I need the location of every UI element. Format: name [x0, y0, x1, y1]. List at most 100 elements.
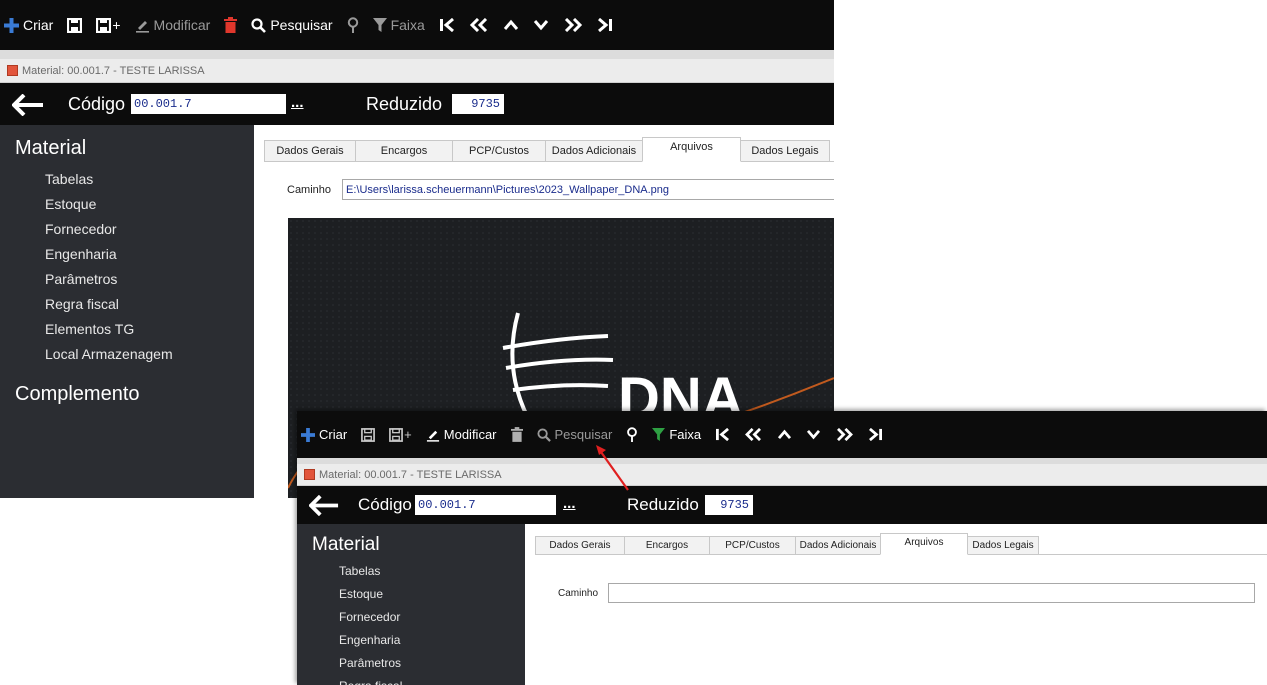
sidebar-item-fornecedor[interactable]: Fornecedor [339, 610, 400, 624]
search-button[interactable]: Pesquisar [536, 427, 612, 442]
window-title: Material: 00.001.7 - TESTE LARISSA [319, 468, 502, 481]
code-input[interactable]: 00.001.7 [415, 495, 556, 515]
back-arrow-icon[interactable] [309, 495, 339, 516]
first-record-button[interactable] [715, 428, 730, 441]
tab-encargos[interactable]: Encargos [355, 140, 453, 161]
pin-icon [627, 427, 638, 442]
tab-arquivos[interactable]: Arquivos [880, 533, 968, 555]
trash-icon [510, 427, 523, 442]
next-record-button[interactable] [806, 429, 821, 440]
tab-pcp-custos[interactable]: PCP/Custos [452, 140, 546, 161]
range-filter-button[interactable]: Faixa [652, 427, 701, 442]
back-arrow-icon[interactable] [12, 94, 44, 116]
reduced-label: Reduzido [366, 94, 443, 114]
sidebar-section-material[interactable]: Material [15, 137, 86, 160]
tab-dados-adicionais[interactable]: Dados Adicionais [545, 140, 643, 161]
first-icon [716, 428, 730, 441]
last-record-button[interactable] [868, 428, 883, 441]
toolbar: Criar + Modificar Pesquisar Faixa [297, 411, 1267, 458]
save-button[interactable] [361, 427, 376, 442]
sidebar: Material Tabelas Estoque Fornecedor Enge… [297, 524, 525, 685]
delete-button[interactable] [224, 17, 238, 33]
toolbar: Criar + Modificar Pesquisar Faixa [0, 0, 834, 50]
tab-arquivos[interactable]: Arquivos [642, 137, 741, 162]
next-page-button[interactable] [563, 18, 583, 32]
main-panel: Dados Gerais Encargos PCP/Custos Dados A… [525, 524, 1267, 685]
double-chevron-right-icon [564, 18, 582, 32]
code-input[interactable]: 00.001.7 [131, 94, 286, 114]
toolbar-gap [0, 50, 834, 59]
tab-dados-gerais[interactable]: Dados Gerais [264, 140, 356, 161]
window-titlebar: Material: 00.001.7 - TESTE LARISSA [0, 59, 834, 83]
tab-strip: Dados Gerais Encargos PCP/Custos Dados A… [535, 533, 1267, 555]
path-label: Caminho [558, 588, 599, 599]
pencil-icon [135, 20, 149, 33]
sidebar-item-elementos-tg[interactable]: Elementos TG [45, 321, 134, 337]
first-icon [439, 18, 454, 32]
next-record-button[interactable] [533, 19, 549, 31]
range-filter-button[interactable]: Faixa [372, 17, 425, 33]
tab-dados-legais[interactable]: Dados Legais [740, 140, 830, 161]
sidebar-item-engenharia[interactable]: Engenharia [339, 633, 400, 647]
search-button[interactable]: Pesquisar [251, 17, 333, 33]
first-record-button[interactable] [439, 18, 455, 32]
sidebar-item-estoque[interactable]: Estoque [339, 587, 383, 601]
delete-button[interactable] [510, 427, 523, 442]
save-button[interactable] [67, 17, 83, 33]
sidebar-section-complemento[interactable]: Complemento [15, 383, 140, 406]
sidebar-section-material[interactable]: Material [312, 534, 380, 556]
save-icon [67, 17, 83, 33]
sidebar-item-tabelas[interactable]: Tabelas [339, 564, 380, 578]
sidebar-item-estoque[interactable]: Estoque [45, 196, 96, 212]
reduced-input[interactable]: 9735 [705, 495, 753, 515]
last-icon [869, 428, 883, 441]
tab-dados-adicionais[interactable]: Dados Adicionais [795, 536, 881, 554]
sidebar-item-local-armazenagem[interactable]: Local Armazenagem [45, 346, 173, 362]
tab-pcp-custos[interactable]: PCP/Custos [709, 536, 796, 554]
reduced-input[interactable]: 9735 [452, 94, 504, 114]
previous-record-button[interactable] [777, 429, 792, 440]
path-label: Caminho [287, 184, 332, 196]
save-and-new-button[interactable]: + [96, 17, 121, 33]
sidebar-item-regra-fiscal[interactable]: Regra fiscal [339, 679, 402, 685]
code-bar: Código 00.001.7 ... Reduzido 9735 [0, 83, 834, 125]
search-icon [536, 427, 551, 442]
path-input[interactable]: E:\Users\larissa.scheuermann\Pictures\20… [342, 179, 834, 200]
sidebar-item-engenharia[interactable]: Engenharia [45, 246, 117, 262]
sidebar-item-fornecedor[interactable]: Fornecedor [45, 221, 117, 237]
sidebar-item-regra-fiscal[interactable]: Regra fiscal [45, 296, 119, 312]
double-chevron-left-icon [469, 18, 487, 32]
last-icon [597, 18, 612, 32]
create-button[interactable]: Criar [4, 17, 53, 33]
next-page-button[interactable] [835, 428, 854, 441]
location-button[interactable] [347, 17, 359, 33]
tab-dados-legais[interactable]: Dados Legais [967, 536, 1039, 554]
sidebar-item-parametros[interactable]: Parâmetros [339, 656, 401, 670]
create-button[interactable]: Criar [301, 427, 347, 442]
pin-icon [347, 17, 358, 33]
code-bar: Código 00.001.7 ... Reduzido 9735 [297, 486, 1267, 524]
save-and-new-button[interactable]: + [389, 427, 412, 442]
window-title: Material: 00.001.7 - TESTE LARISSA [22, 64, 205, 77]
double-chevron-left-icon [745, 428, 762, 441]
previous-page-button[interactable] [469, 18, 489, 32]
tab-dados-gerais[interactable]: Dados Gerais [535, 536, 625, 554]
app-icon [7, 65, 18, 76]
modify-button[interactable]: Modificar [426, 427, 497, 442]
previous-page-button[interactable] [744, 428, 763, 441]
path-input[interactable] [608, 583, 1255, 603]
save-icon [361, 427, 376, 442]
tab-encargos[interactable]: Encargos [624, 536, 710, 554]
filter-icon [652, 428, 666, 441]
sidebar-item-tabelas[interactable]: Tabelas [45, 171, 93, 187]
double-chevron-right-icon [837, 428, 854, 441]
save-plus-icon [389, 427, 404, 442]
code-lookup-button[interactable]: ... [563, 495, 576, 512]
last-record-button[interactable] [597, 18, 613, 32]
sidebar-item-parametros[interactable]: Parâmetros [45, 271, 117, 287]
code-lookup-button[interactable]: ... [291, 94, 304, 111]
modify-button[interactable]: Modificar [135, 17, 210, 33]
previous-record-button[interactable] [503, 19, 519, 31]
location-button[interactable] [626, 427, 638, 442]
save-plus-icon [96, 17, 112, 33]
